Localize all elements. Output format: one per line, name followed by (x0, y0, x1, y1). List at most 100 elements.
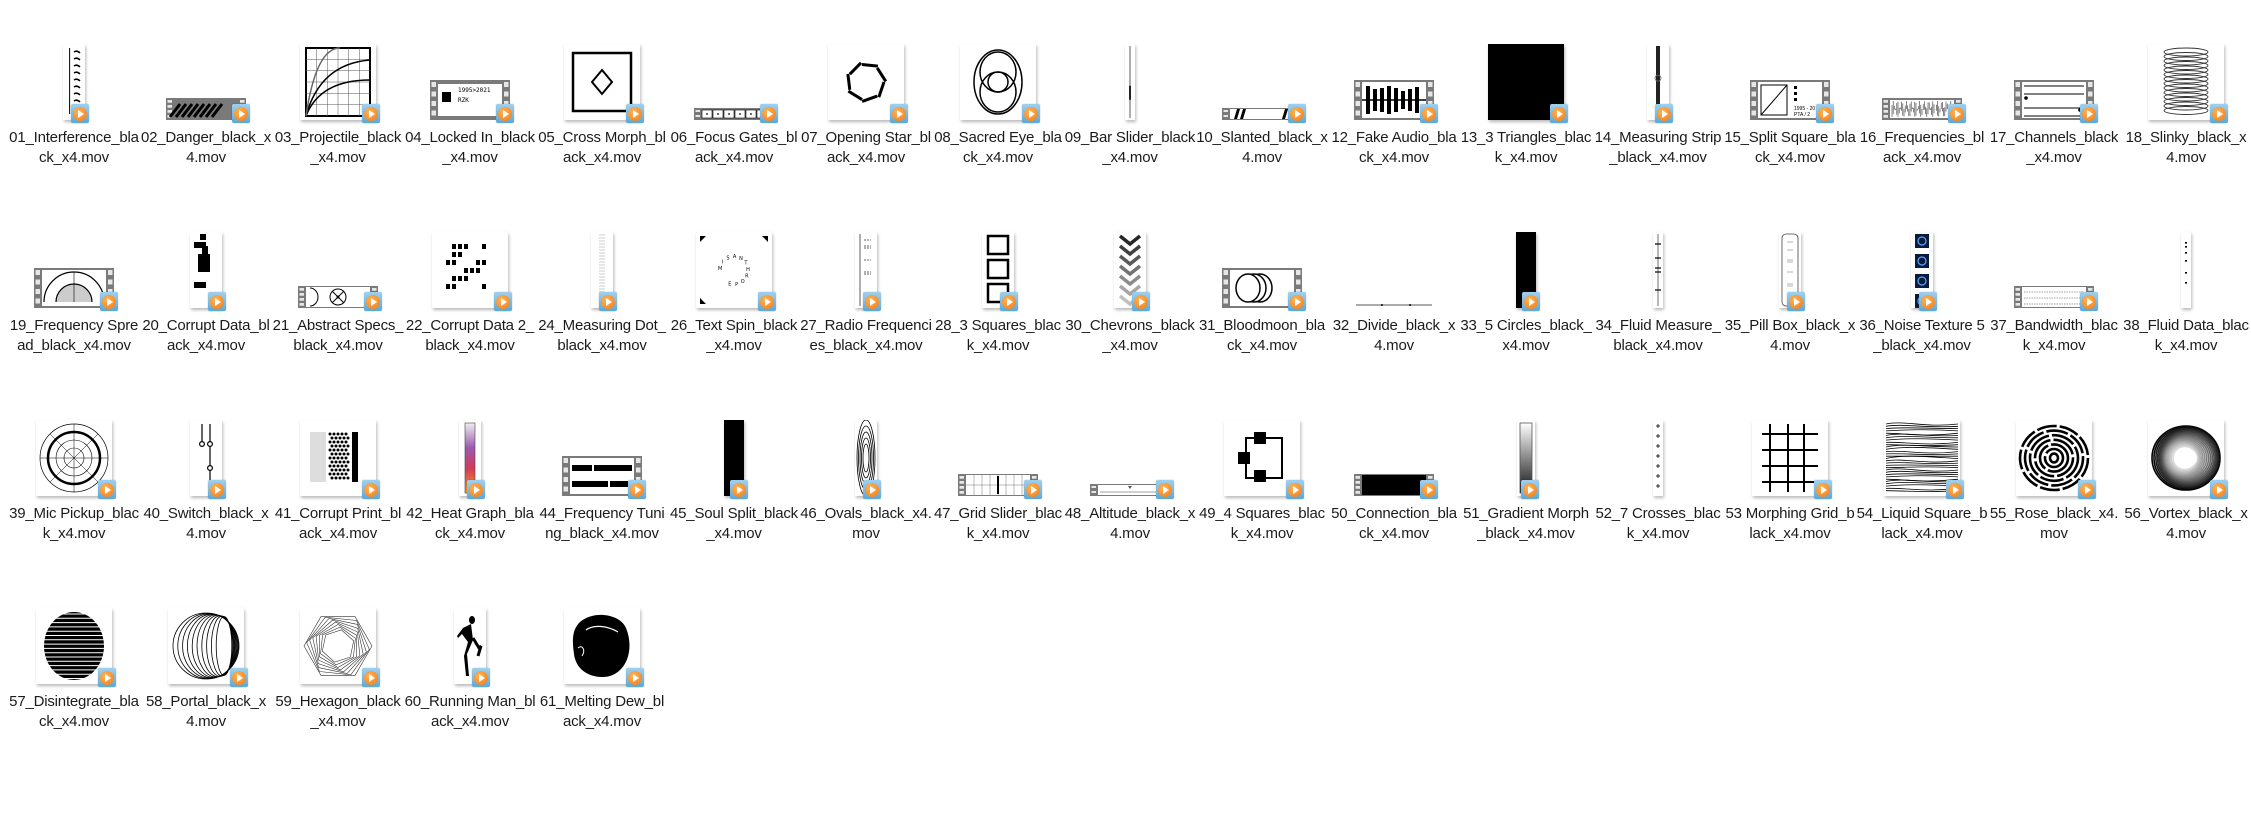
file-name-label[interactable]: 18_Slinky_black_x4.mov (2120, 128, 2251, 168)
file-item[interactable]: 30_Chevrons_black_x4.mov (1064, 198, 1196, 386)
file-item[interactable]: 51_Gradient Morph_black_x4.mov (1460, 386, 1592, 574)
file-item[interactable]: 06_Focus Gates_black_x4.mov (668, 10, 800, 198)
file-name-label[interactable]: 49_4 Squares_black_x4.mov (1196, 504, 1328, 544)
file-name-label[interactable]: 03_Projectile_black_x4.mov (272, 128, 404, 168)
file-name-label[interactable]: 45_Soul Split_black_x4.mov (668, 504, 800, 544)
file-name-label[interactable]: 46_Ovals_black_x4.mov (800, 504, 932, 544)
file-item[interactable]: 16_Frequencies_black_x4.mov (1856, 10, 1988, 198)
file-name-label[interactable]: 57_Disintegrate_black_x4.mov (8, 692, 140, 732)
file-item[interactable]: 33_5 Circles_black_x4.mov (1460, 198, 1592, 386)
file-item[interactable]: 12_Fake Audio_black_x4.mov (1328, 10, 1460, 198)
file-item[interactable]: 39_Mic Pickup_black_x4.mov (8, 386, 140, 574)
file-item[interactable]: 18_Slinky_black_x4.mov (2120, 10, 2251, 198)
file-item[interactable]: 09_Bar Slider_black_x4.mov (1064, 10, 1196, 198)
file-name-label[interactable]: 02_Danger_black_x4.mov (140, 128, 272, 168)
file-name-label[interactable]: 27_Radio Frequencies_black_x4.mov (800, 316, 932, 356)
file-item[interactable]: 41_Corrupt Print_black_x4.mov (272, 386, 404, 574)
file-name-label[interactable]: 50_Connection_black_x4.mov (1328, 504, 1460, 544)
file-name-label[interactable]: 21_Abstract Specs_black_x4.mov (272, 316, 404, 356)
file-name-label[interactable]: 36_Noise Texture 5_black_x4.mov (1856, 316, 1988, 356)
file-item[interactable]: 46_Ovals_black_x4.mov (800, 386, 932, 574)
file-name-label[interactable]: 35_Pill Box_black_x4.mov (1724, 316, 1856, 356)
file-item[interactable]: 50_Connection_black_x4.mov (1328, 386, 1460, 574)
file-name-label[interactable]: 48_Altitude_black_x4.mov (1064, 504, 1196, 544)
file-name-label[interactable]: 31_Bloodmoon_black_x4.mov (1196, 316, 1328, 356)
file-name-label[interactable]: 54_Liquid Square_black_x4.mov (1856, 504, 1988, 544)
file-name-label[interactable]: 51_Gradient Morph_black_x4.mov (1460, 504, 1592, 544)
file-name-label[interactable]: 60_Running Man_black_x4.mov (404, 692, 536, 732)
file-name-label[interactable]: 44_Frequency Tuning_black_x4.mov (536, 504, 668, 544)
file-item[interactable]: 61_Melting Dew_black_x4.mov (536, 574, 668, 762)
file-item[interactable]: 19_Frequency Spread_black_x4.mov (8, 198, 140, 386)
file-item[interactable]: 22_Corrupt Data 2_black_x4.mov (404, 198, 536, 386)
file-name-label[interactable]: 13_3 Triangles_black_x4.mov (1460, 128, 1592, 168)
file-item[interactable]: 13_3 Triangles_black_x4.mov (1460, 10, 1592, 198)
file-item[interactable]: 27_Radio Frequencies_black_x4.mov (800, 198, 932, 386)
file-item[interactable]: 01_Interference_black_x4.mov (8, 10, 140, 198)
file-name-label[interactable]: 16_Frequencies_black_x4.mov (1856, 128, 1988, 168)
file-item[interactable]: 52_7 Crosses_black_x4.mov (1592, 386, 1724, 574)
file-item[interactable]: 28_3 Squares_black_x4.mov (932, 198, 1064, 386)
file-name-label[interactable]: 01_Interference_black_x4.mov (8, 128, 140, 168)
file-item[interactable]: 31_Bloodmoon_black_x4.mov (1196, 198, 1328, 386)
file-item[interactable]: 45_Soul Split_black_x4.mov (668, 386, 800, 574)
file-name-label[interactable]: 14_Measuring Strip_black_x4.mov (1592, 128, 1724, 168)
file-item[interactable]: 14_Measuring Strip_black_x4.mov (1592, 10, 1724, 198)
file-name-label[interactable]: 59_Hexagon_black_x4.mov (272, 692, 404, 732)
file-item[interactable]: 44_Frequency Tuning_black_x4.mov (536, 386, 668, 574)
file-name-label[interactable]: 12_Fake Audio_black_x4.mov (1328, 128, 1460, 168)
file-item[interactable]: 49_4 Squares_black_x4.mov (1196, 386, 1328, 574)
file-item[interactable]: 07_Opening Star_black_x4.mov (800, 10, 932, 198)
file-name-label[interactable]: 39_Mic Pickup_black_x4.mov (8, 504, 140, 544)
file-item[interactable]: 37_Bandwidth_black_x4.mov (1988, 198, 2120, 386)
file-item[interactable]: 56_Vortex_black_x4.mov (2120, 386, 2251, 574)
file-item[interactable]: 48_Altitude_black_x4.mov (1064, 386, 1196, 574)
file-item[interactable]: 24_Measuring Dot_black_x4.mov (536, 198, 668, 386)
file-item[interactable]: 40_Switch_black_x4.mov (140, 386, 272, 574)
file-name-label[interactable]: 04_Locked In_black_x4.mov (404, 128, 536, 168)
file-name-label[interactable]: 07_Opening Star_black_x4.mov (800, 128, 932, 168)
file-name-label[interactable]: 08_Sacred Eye_black_x4.mov (932, 128, 1064, 168)
file-name-label[interactable]: 30_Chevrons_black_x4.mov (1064, 316, 1196, 356)
file-name-label[interactable]: 42_Heat Graph_black_x4.mov (404, 504, 536, 544)
file-item[interactable]: 35_Pill Box_black_x4.mov (1724, 198, 1856, 386)
file-item[interactable]: 60_Running Man_black_x4.mov (404, 574, 536, 762)
video-thumbnail[interactable] (2181, 232, 2191, 308)
file-name-label[interactable]: 55_Rose_black_x4.mov (1988, 504, 2120, 544)
file-name-label[interactable]: 05_Cross Morph_black_x4.mov (536, 128, 668, 168)
file-name-label[interactable]: 58_Portal_black_x4.mov (140, 692, 272, 732)
file-name-label[interactable]: 34_Fluid Measure_black_x4.mov (1592, 316, 1724, 356)
file-name-label[interactable]: 41_Corrupt Print_black_x4.mov (272, 504, 404, 544)
file-item[interactable]: 54_Liquid Square_black_x4.mov (1856, 386, 1988, 574)
file-name-label[interactable]: 38_Fluid Data_black_x4.mov (2120, 316, 2251, 356)
file-item[interactable]: 55_Rose_black_x4.mov (1988, 386, 2120, 574)
video-thumbnail[interactable] (1125, 44, 1135, 120)
file-name-label[interactable]: 17_Channels_black_x4.mov (1988, 128, 2120, 168)
video-thumbnail[interactable] (1653, 420, 1663, 496)
file-item[interactable]: 05_Cross Morph_black_x4.mov (536, 10, 668, 198)
file-item[interactable]: 10_Slanted_black_x4.mov (1196, 10, 1328, 198)
file-item[interactable]: 38_Fluid Data_black_x4.mov (2120, 198, 2251, 386)
video-thumbnail[interactable] (1653, 232, 1663, 308)
file-name-label[interactable]: 24_Measuring Dot_black_x4.mov (536, 316, 668, 356)
file-name-label[interactable]: 40_Switch_black_x4.mov (140, 504, 272, 544)
video-thumbnail[interactable] (1354, 302, 1434, 308)
file-item[interactable]: 59_Hexagon_black_x4.mov (272, 574, 404, 762)
file-item[interactable]: 32_Divide_black_x4.mov (1328, 198, 1460, 386)
file-item[interactable]: 20_Corrupt Data_black_x4.mov (140, 198, 272, 386)
file-name-label[interactable]: 53 Morphing Grid_black_x4.mov (1724, 504, 1856, 544)
file-item[interactable]: 58_Portal_black_x4.mov (140, 574, 272, 762)
file-name-label[interactable]: 37_Bandwidth_black_x4.mov (1988, 316, 2120, 356)
file-name-label[interactable]: 33_5 Circles_black_x4.mov (1460, 316, 1592, 356)
file-item[interactable]: MISANTHROPE 26_Text Spin_black_x4.mov (668, 198, 800, 386)
file-name-label[interactable]: 22_Corrupt Data 2_black_x4.mov (404, 316, 536, 356)
file-name-label[interactable]: 52_7 Crosses_black_x4.mov (1592, 504, 1724, 544)
file-name-label[interactable]: 15_Split Square_black_x4.mov (1724, 128, 1856, 168)
file-item[interactable]: 08_Sacred Eye_black_x4.mov (932, 10, 1064, 198)
file-name-label[interactable]: 06_Focus Gates_black_x4.mov (668, 128, 800, 168)
file-name-label[interactable]: 56_Vortex_black_x4.mov (2120, 504, 2251, 544)
file-name-label[interactable]: 20_Corrupt Data_black_x4.mov (140, 316, 272, 356)
file-name-label[interactable]: 19_Frequency Spread_black_x4.mov (8, 316, 140, 356)
file-item[interactable]: 17_Channels_black_x4.mov (1988, 10, 2120, 198)
file-item[interactable]: 02_Danger_black_x4.mov (140, 10, 272, 198)
